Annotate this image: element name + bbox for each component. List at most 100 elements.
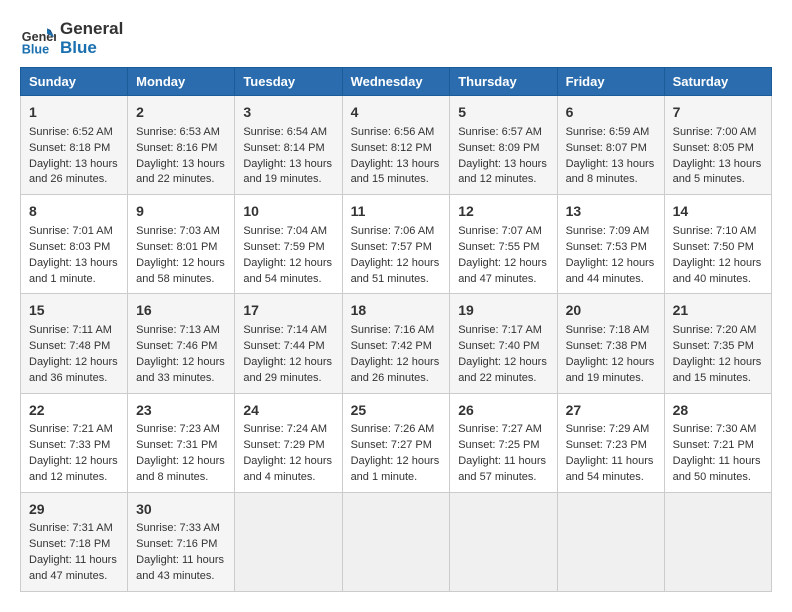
day-number: 30 [136, 499, 226, 519]
day-info: Sunrise: 6:53 AM [136, 125, 226, 141]
day-number: 2 [136, 102, 226, 122]
day-number: 10 [243, 201, 333, 221]
day-info: Sunrise: 7:09 AM [566, 224, 656, 240]
day-number: 27 [566, 400, 656, 420]
day-info: Sunset: 7:53 PM [566, 240, 656, 256]
day-cell-24: 24Sunrise: 7:24 AMSunset: 7:29 PMDayligh… [235, 393, 342, 492]
day-info: and 1 minute. [351, 470, 442, 486]
day-info: Sunrise: 7:20 AM [673, 323, 763, 339]
day-info: Sunset: 8:12 PM [351, 141, 442, 157]
day-info: and 26 minutes. [351, 371, 442, 387]
day-info: Sunrise: 7:23 AM [136, 422, 226, 438]
day-info: Daylight: 13 hours [29, 157, 119, 173]
day-info: Sunset: 8:05 PM [673, 141, 763, 157]
day-info: Daylight: 12 hours [243, 355, 333, 371]
day-info: Sunrise: 7:24 AM [243, 422, 333, 438]
day-info: Daylight: 12 hours [136, 355, 226, 371]
day-number: 5 [458, 102, 548, 122]
col-saturday: Saturday [664, 68, 771, 96]
empty-cell [342, 492, 450, 591]
col-sunday: Sunday [21, 68, 128, 96]
day-cell-28: 28Sunrise: 7:30 AMSunset: 7:21 PMDayligh… [664, 393, 771, 492]
day-info: Daylight: 12 hours [243, 256, 333, 272]
day-info: Sunrise: 7:01 AM [29, 224, 119, 240]
day-info: and 12 minutes. [458, 172, 548, 188]
empty-cell [235, 492, 342, 591]
calendar-week-5: 29Sunrise: 7:31 AMSunset: 7:18 PMDayligh… [21, 492, 772, 591]
day-info: Daylight: 12 hours [351, 355, 442, 371]
day-info: Sunrise: 7:04 AM [243, 224, 333, 240]
day-number: 13 [566, 201, 656, 221]
day-info: Sunrise: 7:07 AM [458, 224, 548, 240]
day-info: Sunset: 7:23 PM [566, 438, 656, 454]
day-info: and 33 minutes. [136, 371, 226, 387]
day-info: and 29 minutes. [243, 371, 333, 387]
day-info: Daylight: 12 hours [29, 454, 119, 470]
day-info: Sunset: 8:07 PM [566, 141, 656, 157]
day-info: Daylight: 13 hours [566, 157, 656, 173]
day-info: Daylight: 12 hours [351, 454, 442, 470]
day-info: Sunset: 7:40 PM [458, 339, 548, 355]
day-info: and 51 minutes. [351, 272, 442, 288]
day-number: 16 [136, 300, 226, 320]
col-friday: Friday [557, 68, 664, 96]
day-info: Daylight: 11 hours [566, 454, 656, 470]
day-info: and 50 minutes. [673, 470, 763, 486]
day-info: Daylight: 12 hours [673, 256, 763, 272]
day-info: and 40 minutes. [673, 272, 763, 288]
calendar-week-4: 22Sunrise: 7:21 AMSunset: 7:33 PMDayligh… [21, 393, 772, 492]
day-info: Daylight: 13 hours [29, 256, 119, 272]
day-info: Sunset: 7:55 PM [458, 240, 548, 256]
day-info: Sunset: 7:25 PM [458, 438, 548, 454]
empty-cell [557, 492, 664, 591]
day-info: Sunrise: 7:06 AM [351, 224, 442, 240]
day-cell-20: 20Sunrise: 7:18 AMSunset: 7:38 PMDayligh… [557, 294, 664, 393]
day-cell-27: 27Sunrise: 7:29 AMSunset: 7:23 PMDayligh… [557, 393, 664, 492]
day-info: Daylight: 12 hours [136, 256, 226, 272]
day-info: Daylight: 12 hours [458, 355, 548, 371]
day-cell-3: 3Sunrise: 6:54 AMSunset: 8:14 PMDaylight… [235, 96, 342, 195]
calendar-week-1: 1Sunrise: 6:52 AMSunset: 8:18 PMDaylight… [21, 96, 772, 195]
day-info: Daylight: 12 hours [136, 454, 226, 470]
day-info: and 19 minutes. [566, 371, 656, 387]
day-cell-17: 17Sunrise: 7:14 AMSunset: 7:44 PMDayligh… [235, 294, 342, 393]
day-number: 23 [136, 400, 226, 420]
logo-icon: General Blue [20, 21, 56, 57]
day-info: Sunrise: 7:11 AM [29, 323, 119, 339]
day-cell-9: 9Sunrise: 7:03 AMSunset: 8:01 PMDaylight… [128, 195, 235, 294]
day-number: 29 [29, 499, 119, 519]
day-info: Sunrise: 6:52 AM [29, 125, 119, 141]
day-info: Sunset: 7:16 PM [136, 537, 226, 553]
day-info: and 8 minutes. [136, 470, 226, 486]
day-info: Sunrise: 7:21 AM [29, 422, 119, 438]
day-info: Sunset: 7:27 PM [351, 438, 442, 454]
day-info: Sunset: 8:01 PM [136, 240, 226, 256]
day-number: 3 [243, 102, 333, 122]
col-thursday: Thursday [450, 68, 557, 96]
day-info: Sunrise: 7:31 AM [29, 521, 119, 537]
calendar-week-3: 15Sunrise: 7:11 AMSunset: 7:48 PMDayligh… [21, 294, 772, 393]
day-info: Sunrise: 7:14 AM [243, 323, 333, 339]
day-info: and 8 minutes. [566, 172, 656, 188]
day-info: and 15 minutes. [673, 371, 763, 387]
day-info: Daylight: 12 hours [566, 355, 656, 371]
day-number: 17 [243, 300, 333, 320]
day-info: Sunset: 8:16 PM [136, 141, 226, 157]
day-cell-7: 7Sunrise: 7:00 AMSunset: 8:05 PMDaylight… [664, 96, 771, 195]
day-cell-14: 14Sunrise: 7:10 AMSunset: 7:50 PMDayligh… [664, 195, 771, 294]
day-info: Sunset: 7:48 PM [29, 339, 119, 355]
day-info: and 19 minutes. [243, 172, 333, 188]
page-header: General Blue General Blue [20, 20, 772, 57]
day-info: Sunrise: 7:30 AM [673, 422, 763, 438]
day-number: 8 [29, 201, 119, 221]
day-number: 12 [458, 201, 548, 221]
day-info: Daylight: 11 hours [458, 454, 548, 470]
day-info: Sunset: 7:33 PM [29, 438, 119, 454]
col-monday: Monday [128, 68, 235, 96]
day-info: and 57 minutes. [458, 470, 548, 486]
day-info: and 47 minutes. [458, 272, 548, 288]
day-number: 6 [566, 102, 656, 122]
calendar-week-2: 8Sunrise: 7:01 AMSunset: 8:03 PMDaylight… [21, 195, 772, 294]
day-info: Sunset: 8:09 PM [458, 141, 548, 157]
day-info: Daylight: 12 hours [458, 256, 548, 272]
